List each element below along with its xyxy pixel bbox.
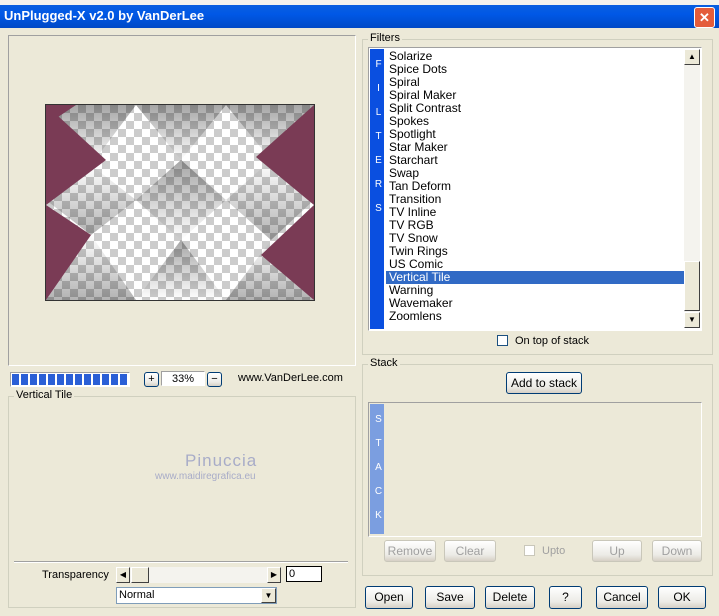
help-button[interactable]: ? bbox=[549, 586, 582, 609]
blend-mode-select[interactable]: Normal ▼ bbox=[116, 587, 277, 604]
stack-side-label: S T A C K bbox=[373, 414, 384, 522]
stack-group-label: Stack bbox=[368, 357, 400, 369]
slider-thumb[interactable] bbox=[131, 567, 149, 583]
progress-fill bbox=[12, 374, 128, 385]
separator bbox=[14, 561, 348, 563]
down-button[interactable]: Down bbox=[652, 540, 702, 562]
transparency-slider[interactable]: ◀ ▶ bbox=[116, 567, 281, 583]
filters-side-label: F I L T E R S bbox=[373, 59, 384, 215]
progress-bar bbox=[10, 372, 130, 387]
delete-button[interactable]: Delete bbox=[485, 586, 535, 609]
filter-scrollbar[interactable]: ▲ ▼ bbox=[684, 49, 700, 328]
arrow-up-icon: ▲ bbox=[688, 52, 696, 61]
on-top-checkbox[interactable] bbox=[497, 335, 508, 346]
clear-button[interactable]: Clear bbox=[444, 540, 496, 562]
settings-group-label: Vertical Tile bbox=[14, 389, 75, 401]
arrow-right-icon: ▶ bbox=[270, 570, 278, 579]
upto-label: Upto bbox=[542, 545, 566, 557]
scroll-thumb[interactable] bbox=[684, 261, 700, 311]
up-button[interactable]: Up bbox=[592, 540, 642, 562]
chevron-down-icon[interactable]: ▼ bbox=[261, 588, 276, 603]
scroll-up-button[interactable]: ▲ bbox=[684, 49, 700, 65]
stack-side-bar: S T A C K bbox=[370, 404, 384, 534]
slider-left-button[interactable]: ◀ bbox=[116, 567, 130, 583]
slider-right-button[interactable]: ▶ bbox=[267, 567, 281, 583]
preview-image[interactable] bbox=[45, 104, 315, 301]
open-button[interactable]: Open bbox=[365, 586, 413, 609]
remove-button[interactable]: Remove bbox=[384, 540, 436, 562]
on-top-label: On top of stack bbox=[515, 335, 589, 347]
website-link[interactable]: www.VanDerLee.com bbox=[238, 372, 343, 384]
zoom-value: 33% bbox=[161, 371, 205, 386]
zoom-in-button[interactable]: + bbox=[144, 372, 159, 387]
close-button[interactable]: ✕ bbox=[694, 7, 715, 28]
plus-icon: + bbox=[148, 373, 155, 385]
filter-list-item[interactable]: Zoomlens bbox=[389, 310, 442, 323]
stack-list[interactable] bbox=[368, 402, 702, 537]
filters-side-bar: F I L T E R S bbox=[370, 49, 384, 329]
window-title: UnPlugged-X v2.0 by VanDerLee bbox=[4, 8, 205, 23]
save-button[interactable]: Save bbox=[425, 586, 475, 609]
zoom-out-button[interactable]: − bbox=[207, 372, 222, 387]
arrow-down-icon: ▼ bbox=[688, 315, 696, 324]
minus-icon: − bbox=[211, 373, 218, 385]
upto-checkbox[interactable] bbox=[524, 545, 535, 556]
cancel-button[interactable]: Cancel bbox=[596, 586, 648, 609]
arrow-left-icon: ◀ bbox=[119, 570, 127, 579]
filters-group-label: Filters bbox=[368, 32, 402, 44]
preview-image-svg bbox=[46, 105, 314, 300]
scroll-down-button[interactable]: ▼ bbox=[684, 312, 700, 328]
watermark-url: www.maidiregrafica.eu bbox=[155, 471, 256, 482]
ok-button[interactable]: OK bbox=[658, 586, 706, 609]
close-icon: ✕ bbox=[699, 10, 710, 25]
transparency-input[interactable]: 0 bbox=[286, 566, 322, 582]
add-to-stack-button[interactable]: Add to stack bbox=[506, 372, 582, 394]
transparency-label: Transparency bbox=[42, 569, 109, 581]
title-bar: UnPlugged-X v2.0 by VanDerLee ✕ bbox=[0, 5, 719, 28]
watermark-name: Pinuccia bbox=[185, 451, 258, 470]
